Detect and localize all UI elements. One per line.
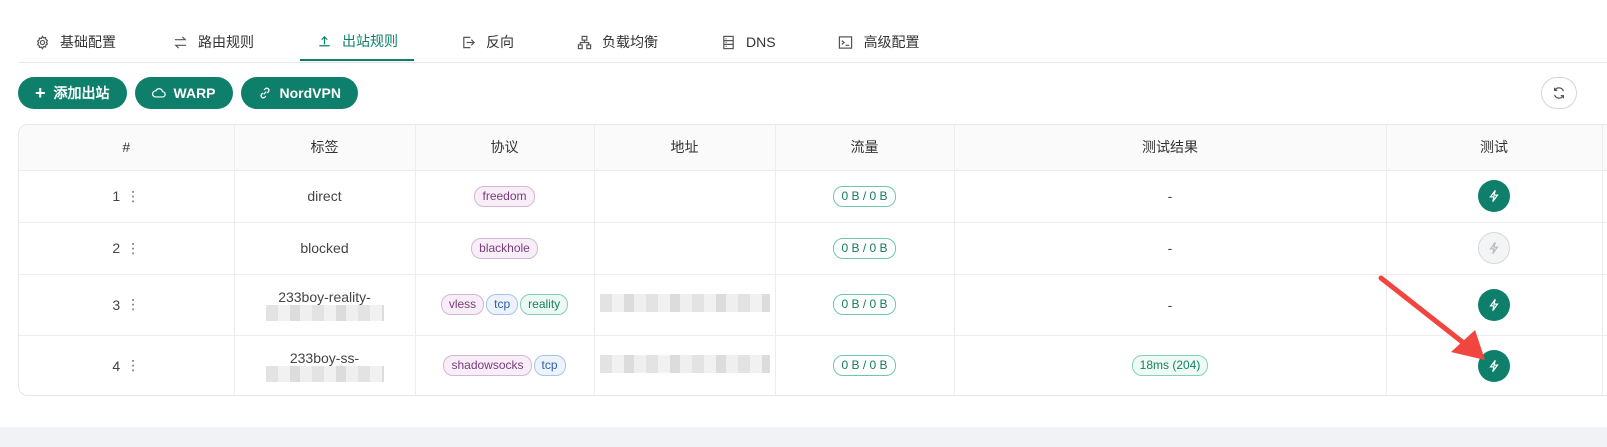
add-outbound-label: 添加出站 — [53, 85, 110, 101]
redacted-text — [265, 365, 384, 382]
terminal-icon — [838, 34, 854, 50]
tab-label: DNS — [746, 34, 776, 50]
traffic-tag: 0 B / 0 B — [833, 237, 896, 259]
col-header-index: # — [19, 125, 235, 171]
protocol-tag: vless — [440, 294, 485, 315]
lightning-icon — [1489, 359, 1499, 372]
col-header-protocol: 协议 — [415, 125, 595, 171]
traffic-tag: 0 B / 0 B — [833, 185, 896, 207]
col-header-test: 测试 — [1386, 125, 1603, 171]
table-row: 3 ⋮ 233boy-reality- vless tcp reality 0 B /… — [19, 274, 1607, 336]
nordvpn-label: NordVPN — [279, 85, 341, 101]
tab-reverse[interactable]: 反向 — [444, 23, 530, 61]
row-result: - — [954, 222, 1387, 275]
plus-icon: + — [35, 83, 46, 103]
nordvpn-button[interactable]: NordVPN — [240, 77, 358, 109]
table-header-row: # 标签 协议 地址 流量 测试结果 测试 — [19, 125, 1607, 171]
tab-basic-config[interactable]: 基础配置 — [18, 23, 132, 61]
lightning-icon — [1489, 241, 1499, 255]
tab-routing-rules[interactable]: 路由规则 — [132, 23, 270, 61]
table-row: 1 ⋮ direct freedom 0 B / 0 B - — [19, 170, 1607, 223]
table-row: 4 ⋮ 233boy-ss- shadowsocks tcp 0 B / 0 B 1… — [19, 335, 1607, 395]
tab-load-balance[interactable]: 负载均衡 — [560, 23, 674, 61]
refresh-icon — [1552, 86, 1566, 100]
tab-label: 出站规则 — [342, 33, 398, 49]
security-tag: reality — [520, 294, 569, 315]
row-tag: blocked — [234, 222, 416, 275]
test-button-disabled — [1478, 232, 1510, 264]
row-address — [594, 170, 776, 223]
test-button[interactable] — [1478, 349, 1510, 382]
warp-button[interactable]: WARP — [134, 77, 233, 109]
redacted-address — [599, 294, 770, 312]
tab-label: 基础配置 — [60, 34, 116, 50]
table-row: 2 ⋮ blocked blackhole 0 B / 0 B - — [19, 222, 1607, 275]
test-button[interactable] — [1478, 288, 1510, 321]
tab-label: 负载均衡 — [602, 34, 658, 50]
more-vertical-icon[interactable]: ⋮ — [126, 357, 140, 374]
col-header-result: 测试结果 — [954, 125, 1387, 171]
outbound-table: # 标签 协议 地址 流量 测试结果 测试 1 ⋮ direct freedom … — [18, 124, 1607, 396]
tab-label: 反向 — [486, 34, 514, 50]
tab-advanced-config[interactable]: 高级配置 — [822, 23, 936, 61]
more-vertical-icon[interactable]: ⋮ — [126, 296, 140, 313]
row-tag: 233boy-ss- — [289, 349, 360, 366]
lightning-icon — [1489, 298, 1499, 311]
transport-tag: tcp — [533, 355, 566, 377]
row-tag: 233boy-reality- — [278, 288, 371, 305]
toolbar: + 添加出站 WARP NordVPN — [18, 77, 358, 109]
col-header-address: 地址 — [594, 125, 776, 171]
refresh-button[interactable] — [1541, 77, 1577, 109]
warp-label: WARP — [173, 85, 216, 101]
add-outbound-button[interactable]: + 添加出站 — [18, 77, 127, 109]
cluster-icon — [576, 34, 592, 50]
protocol-tag: freedom — [474, 185, 535, 207]
gear-icon — [34, 34, 50, 50]
redacted-address — [599, 355, 770, 374]
traffic-tag: 0 B / 0 B — [833, 355, 896, 377]
row-tag: direct — [234, 170, 416, 223]
cloud-icon — [151, 87, 166, 99]
row-result: - — [954, 170, 1387, 223]
tab-bar: 基础配置 路由规则 出站规则 反向 负载均衡 DNS 高级配置 — [18, 23, 1607, 63]
tab-outbound-rules[interactable]: 出站规则 — [300, 23, 414, 61]
bottom-bar — [0, 427, 1607, 447]
lightning-icon — [1489, 189, 1499, 203]
col-header-traffic: 流量 — [775, 125, 955, 171]
tab-label: 高级配置 — [863, 34, 920, 50]
row-index: 4 — [112, 357, 121, 374]
transport-tag: tcp — [486, 294, 519, 315]
redacted-text — [265, 304, 384, 321]
swap-icon — [172, 34, 188, 50]
row-address — [594, 222, 776, 275]
col-header-tag: 标签 — [234, 125, 416, 171]
row-result: - — [954, 274, 1387, 336]
database-icon — [720, 34, 736, 50]
row-index: 1 — [112, 188, 121, 204]
row-index: 3 — [112, 296, 121, 313]
more-vertical-icon[interactable]: ⋮ — [126, 240, 140, 257]
test-result-tag: 18ms (204) — [1131, 355, 1209, 377]
protocol-tag: blackhole — [471, 237, 538, 259]
tab-label: 路由规则 — [198, 34, 254, 50]
upload-icon — [316, 33, 332, 49]
login-icon — [460, 34, 476, 50]
more-vertical-icon[interactable]: ⋮ — [126, 188, 140, 205]
tab-dns[interactable]: DNS — [704, 23, 792, 61]
link-icon — [258, 86, 272, 100]
traffic-tag: 0 B / 0 B — [833, 294, 896, 315]
test-button[interactable] — [1478, 180, 1510, 212]
col-header-overflow — [1602, 125, 1607, 171]
protocol-tag: shadowsocks — [443, 355, 532, 377]
row-index: 2 — [112, 240, 121, 256]
